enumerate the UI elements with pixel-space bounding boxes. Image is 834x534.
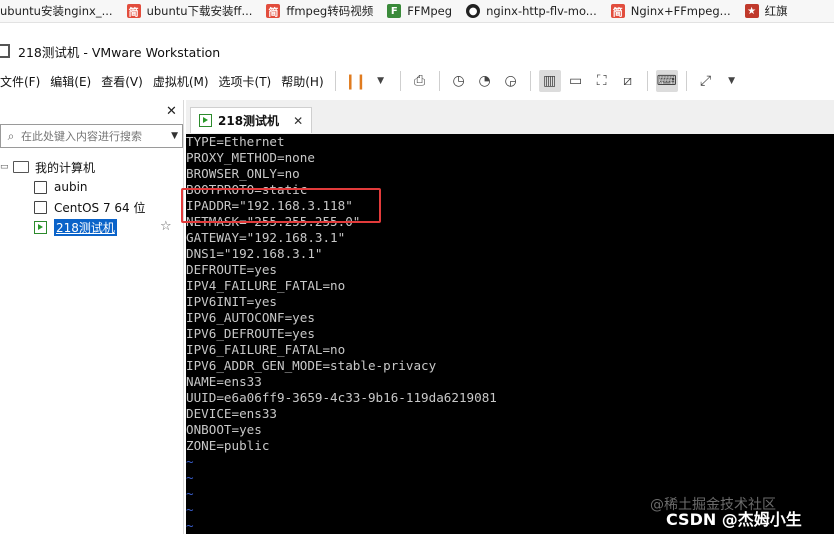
- console-line: NAME=ens33: [186, 374, 262, 389]
- computer-icon: [13, 161, 29, 173]
- bookmark-label: nginx-http-flv-mo...: [486, 4, 597, 18]
- fullscreen-icon[interactable]: ⛶: [591, 70, 613, 92]
- vmware-logo-icon: [0, 44, 10, 58]
- bookmark-item[interactable]: ubuntu安装nginx_...: [0, 0, 123, 22]
- send-ctrl-alt-del-icon[interactable]: ⎙: [409, 70, 431, 92]
- bookmark-icon: 简: [126, 4, 141, 19]
- tree-item-label: 218测试机: [54, 218, 117, 236]
- console-line: UUID=e6a06ff9-3659-4c33-9b16-119da621908…: [186, 390, 497, 405]
- console-line: DNS1="192.168.3.1": [186, 246, 323, 261]
- toolbar-divider: [529, 71, 531, 91]
- snapshot-icon[interactable]: ◷: [448, 70, 470, 92]
- toolbar-divider: [334, 71, 336, 91]
- library-search[interactable]: ⌕ ▼: [0, 124, 183, 148]
- menu-vm[interactable]: 虚拟机(M): [148, 73, 214, 90]
- chevron-down-icon[interactable]: ▼: [171, 131, 178, 141]
- menu-edit[interactable]: 编辑(E): [45, 73, 96, 90]
- show-library-icon[interactable]: ▥: [538, 70, 561, 92]
- console-line: IPV6INIT=yes: [186, 294, 277, 309]
- console-line: ~: [186, 486, 194, 501]
- bookmark-label: FFMpeg: [407, 4, 453, 18]
- console-line: ~: [186, 502, 194, 517]
- bookmark-item[interactable]: F FFMpeg: [383, 0, 462, 22]
- unity-icon[interactable]: ⧄: [617, 70, 639, 92]
- menu-file[interactable]: 文件(F): [0, 73, 45, 90]
- thumbnail-bar-icon[interactable]: ▭: [565, 70, 587, 92]
- vm-icon: [34, 200, 47, 214]
- search-icon: ⌕: [7, 128, 15, 143]
- toolbar-divider: [646, 71, 648, 91]
- toolbar-divider: [685, 71, 687, 91]
- bookmark-icon: 简: [610, 4, 625, 19]
- console-line: ONBOOT=yes: [186, 422, 262, 437]
- ipaddr-highlight-box: [181, 188, 381, 223]
- bookmark-item[interactable]: ★ 红旗: [741, 0, 798, 22]
- tree-item-vm-selected[interactable]: 218测试机: [34, 217, 117, 237]
- toolbar-divider: [399, 71, 401, 91]
- bookmark-item[interactable]: 简 Nginx+FFmpeg...: [607, 0, 741, 22]
- chevron-down-icon[interactable]: ▼: [721, 70, 743, 92]
- window-titlebar: 218测试机 - VMware Workstation: [0, 38, 834, 64]
- tree-item-label: 我的计算机: [35, 160, 96, 175]
- github-icon: ●: [466, 4, 481, 18]
- console-line: ~: [186, 518, 194, 533]
- menu-bar: 文件(F) 编辑(E) 查看(V) 虚拟机(M) 选项卡(T) 帮助(H) ❙❙…: [0, 66, 834, 96]
- star-icon[interactable]: ☆: [160, 219, 172, 234]
- snapshot-manager-icon[interactable]: ◶: [500, 70, 522, 92]
- bookmark-label: ffmpeg转码视频: [286, 4, 374, 18]
- console-line: IPV6_ADDR_GEN_MODE=stable-privacy: [186, 358, 437, 373]
- bookmark-label: 红旗: [764, 4, 788, 18]
- close-icon[interactable]: ✕: [293, 114, 303, 128]
- bookmark-icon: F: [387, 4, 402, 18]
- running-vm-icon: [199, 114, 212, 127]
- close-icon[interactable]: ✕: [166, 104, 177, 119]
- tree-item-vm[interactable]: CentOS 7 64 位: [34, 197, 145, 217]
- menu-tabs[interactable]: 选项卡(T): [214, 73, 277, 90]
- console-line: GATEWAY="192.168.3.1": [186, 230, 346, 245]
- console-line: PROXY_METHOD=none: [186, 150, 315, 165]
- console-line: ~: [186, 470, 194, 485]
- bookmarks-bar: ubuntu安装nginx_... 简 ubuntu下载安装ff... 简 ff…: [0, 0, 834, 23]
- toolbar-divider: [438, 71, 440, 91]
- console-line: IPV6_FAILURE_FATAL=no: [186, 342, 346, 357]
- bookmark-item[interactable]: ● nginx-http-flv-mo...: [462, 0, 607, 22]
- watermark-text: CSDN @杰姆小生: [666, 510, 802, 529]
- console-line: DEFROUTE=yes: [186, 262, 277, 277]
- console-line: ~: [186, 454, 194, 469]
- menu-help[interactable]: 帮助(H): [276, 73, 328, 90]
- search-input[interactable]: [19, 128, 163, 144]
- pause-icon[interactable]: ❙❙: [344, 70, 367, 92]
- console-line: ZONE=public: [186, 438, 270, 453]
- tree-item-label: aubin: [54, 180, 88, 194]
- bookmark-label: Nginx+FFmpeg...: [630, 4, 731, 18]
- bookmark-label: ubuntu安装nginx_...: [0, 4, 113, 18]
- console-line: DEVICE=ens33: [186, 406, 277, 421]
- tab-label: 218测试机: [218, 114, 280, 128]
- revert-snapshot-icon[interactable]: ◔: [474, 70, 496, 92]
- tree-item-vm[interactable]: aubin: [34, 177, 88, 197]
- stretch-icon[interactable]: ⤢: [695, 70, 717, 92]
- bookmark-icon: 简: [266, 4, 281, 19]
- console-view-icon[interactable]: ⌨: [655, 70, 678, 92]
- bookmark-label: ubuntu下载安装ff...: [146, 4, 253, 18]
- tree-item-label: CentOS 7 64 位: [54, 200, 146, 215]
- bookmark-icon: ★: [744, 4, 759, 18]
- window-title: 218测试机 - VMware Workstation: [18, 44, 221, 60]
- tree-item-my-computer[interactable]: ▭ 我的计算机: [0, 157, 95, 177]
- console-line: BROWSER_ONLY=no: [186, 166, 300, 181]
- chevron-down-icon[interactable]: ▼: [370, 70, 392, 92]
- console-line: IPV6_AUTOCONF=yes: [186, 310, 315, 325]
- bookmark-item[interactable]: 简 ubuntu下载安装ff...: [123, 0, 263, 22]
- collapse-icon[interactable]: ▭: [0, 162, 10, 172]
- vm-icon: [34, 180, 47, 194]
- tab-218[interactable]: 218测试机 ✕: [190, 107, 313, 133]
- console-line: TYPE=Ethernet: [186, 134, 285, 149]
- running-vm-icon: [34, 220, 47, 234]
- console-line: IPV6_DEFROUTE=yes: [186, 326, 315, 341]
- console-line: IPV4_FAILURE_FATAL=no: [186, 278, 346, 293]
- bookmark-item[interactable]: 简 ffmpeg转码视频: [262, 0, 383, 22]
- menu-view[interactable]: 查看(V): [96, 73, 148, 90]
